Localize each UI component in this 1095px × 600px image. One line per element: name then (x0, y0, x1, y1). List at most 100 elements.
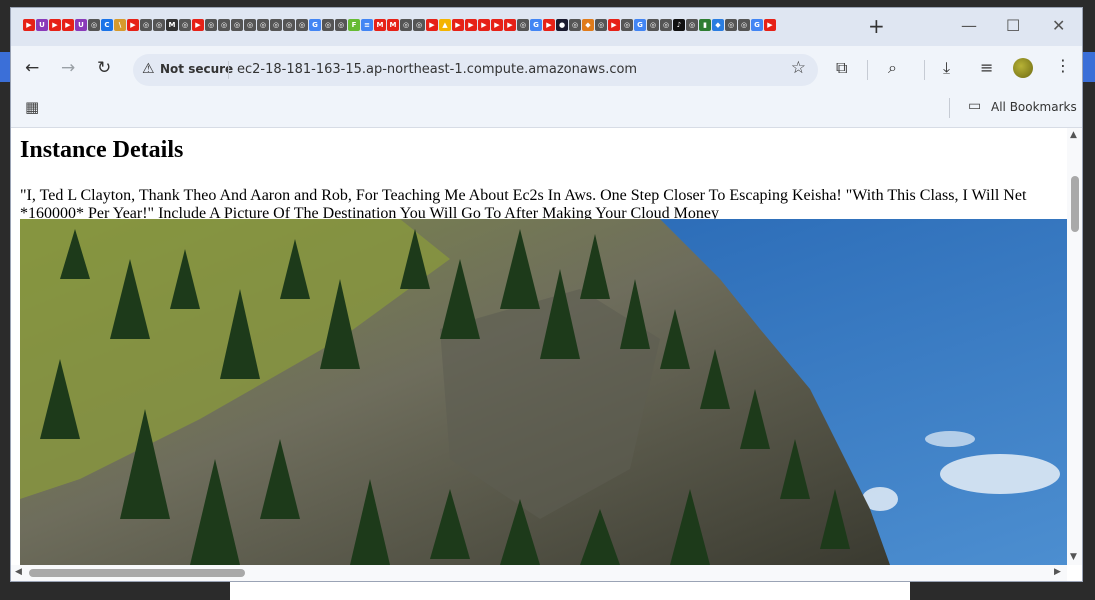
youtube-icon[interactable]: ▶ (192, 19, 204, 31)
browser-window: ▶ U ▶ ▶ U ◎ C \ ▶ ◎ ◎ M ◎ ▶ ◎ ◎ ◎ ◎ ◎ ◎ ◎ ◎ G ◎ ◎ F ≡ M M ◎ ◎ ▶ ▲ ▶ ▶ ▶ ▶ ▶ ◎ G… (11, 8, 1082, 581)
c-icon[interactable]: C (101, 19, 113, 31)
openai-icon[interactable]: ◎ (270, 19, 282, 31)
scroll-up-icon[interactable]: ▲ (1070, 131, 1077, 140)
openai-icon[interactable]: ◎ (205, 19, 217, 31)
tab-favicons: ▶ U ▶ ▶ U ◎ C \ ▶ ◎ ◎ M ◎ ▶ ◎ ◎ ◎ ◎ ◎ ◎ ◎ ◎ G ◎ ◎ F ≡ M M ◎ ◎ ▶ ▲ ▶ ▶ ▶ ▶ ▶ ◎ G… (23, 19, 777, 31)
reload-button[interactable]: ↻ (97, 60, 111, 77)
openai-icon[interactable]: ◎ (140, 19, 152, 31)
openai-icon[interactable]: ◎ (296, 19, 308, 31)
security-status[interactable]: Not secure (160, 62, 233, 76)
bookmarks-divider (949, 98, 950, 118)
tab-search-icon[interactable]: ⌕ (888, 60, 897, 76)
apps-grid-icon[interactable]: ▦ (25, 100, 39, 115)
scroll-down-icon[interactable]: ▼ (1070, 553, 1077, 562)
destination-photo (20, 219, 1067, 565)
youtube-icon[interactable]: ▶ (608, 19, 620, 31)
bookmarks-bar: ▦ ▭ All Bookmarks (11, 92, 1082, 128)
diamond-icon[interactable]: ◆ (712, 19, 724, 31)
scroll-left-icon[interactable]: ◀ (15, 568, 22, 577)
youtube-icon[interactable]: ▶ (127, 19, 139, 31)
openai-icon[interactable]: ◎ (153, 19, 165, 31)
browser-menu-icon[interactable]: ⋮ (1055, 58, 1071, 74)
youtube-icon[interactable]: ▶ (49, 19, 61, 31)
download-icon[interactable]: ⤓ (943, 60, 950, 76)
horizontal-scroll-thumb[interactable] (29, 569, 245, 577)
warning-icon[interactable]: ⚠ (142, 62, 155, 76)
background-strip (1083, 52, 1095, 82)
browser-toolbar: ← → ↻ ⚠ Not secure ec2-18-181-163-15.ap-… (11, 46, 1082, 92)
m-icon[interactable]: M (166, 19, 178, 31)
youtube-icon[interactable]: ▶ (491, 19, 503, 31)
openai-icon[interactable]: ◎ (179, 19, 191, 31)
vertical-scrollbar[interactable]: ▲ ▼ (1067, 128, 1082, 565)
vertical-scroll-thumb[interactable] (1071, 176, 1079, 232)
uscis-icon[interactable]: U (75, 19, 87, 31)
openai-icon[interactable]: ◎ (647, 19, 659, 31)
all-bookmarks-button[interactable]: All Bookmarks (991, 100, 1077, 114)
folder-icon[interactable]: ▭ (968, 99, 981, 113)
address-bar[interactable]: ⚠ Not secure ec2-18-181-163-15.ap-northe… (133, 54, 818, 86)
openai-icon[interactable]: ◎ (569, 19, 581, 31)
dark-circle-icon[interactable]: ● (556, 19, 568, 31)
extensions-icon[interactable]: ⧉ (836, 60, 847, 76)
minimize-button[interactable]: — (961, 18, 977, 34)
openai-icon[interactable]: ◎ (738, 19, 750, 31)
openai-icon[interactable]: ◎ (517, 19, 529, 31)
media-control-icon[interactable]: ≡ (980, 60, 993, 76)
youtube-icon[interactable]: ▶ (23, 19, 35, 31)
youtube-icon[interactable]: ▶ (478, 19, 490, 31)
openai-icon[interactable]: ◎ (218, 19, 230, 31)
drive-icon[interactable]: ▲ (439, 19, 451, 31)
openai-icon[interactable]: ◎ (335, 19, 347, 31)
google-icon[interactable]: G (634, 19, 646, 31)
youtube-icon[interactable]: ▶ (426, 19, 438, 31)
google-icon[interactable]: G (751, 19, 763, 31)
openai-icon[interactable]: ◎ (621, 19, 633, 31)
bookmark-green-icon[interactable]: ▮ (699, 19, 711, 31)
youtube-icon[interactable]: ▶ (452, 19, 464, 31)
page-paragraph: "I, Ted L Clayton, Thank Theo And Aaron … (20, 187, 1027, 222)
openai-icon[interactable]: ◎ (660, 19, 672, 31)
close-window-button[interactable]: ✕ (1052, 18, 1065, 34)
omnibox-divider (228, 61, 229, 79)
url-text[interactable]: ec2-18-181-163-15.ap-northeast-1.compute… (237, 62, 637, 77)
openai-icon[interactable]: ◎ (322, 19, 334, 31)
stripe-icon[interactable]: \ (114, 19, 126, 31)
google-icon[interactable]: G (530, 19, 542, 31)
background-strip (0, 52, 10, 82)
openai-icon[interactable]: ◎ (244, 19, 256, 31)
openai-icon[interactable]: ◎ (686, 19, 698, 31)
new-tab-button[interactable]: + (868, 16, 885, 36)
maximize-button[interactable]: ☐ (1006, 18, 1020, 34)
openai-icon[interactable]: ◎ (231, 19, 243, 31)
openai-icon[interactable]: ◎ (257, 19, 269, 31)
shield-icon[interactable]: ◆ (582, 19, 594, 31)
bookmark-star-icon[interactable]: ☆ (791, 60, 806, 77)
openai-icon[interactable]: ◎ (400, 19, 412, 31)
youtube-icon[interactable]: ▶ (764, 19, 776, 31)
forms-icon[interactable]: ≡ (361, 19, 373, 31)
google-icon[interactable]: G (309, 19, 321, 31)
openai-icon[interactable]: ◎ (283, 19, 295, 31)
f-icon[interactable]: F (348, 19, 360, 31)
tiktok-icon[interactable]: ♪ (673, 19, 685, 31)
openai-icon[interactable]: ◎ (88, 19, 100, 31)
forward-button[interactable]: → (61, 60, 75, 77)
gmail-icon[interactable]: M (387, 19, 399, 31)
openai-icon[interactable]: ◎ (413, 19, 425, 31)
openai-icon[interactable]: ◎ (595, 19, 607, 31)
openai-icon[interactable]: ◎ (725, 19, 737, 31)
youtube-icon[interactable]: ▶ (62, 19, 74, 31)
youtube-icon[interactable]: ▶ (543, 19, 555, 31)
back-button[interactable]: ← (25, 60, 39, 77)
uscis-icon[interactable]: U (36, 19, 48, 31)
scroll-right-icon[interactable]: ▶ (1054, 568, 1061, 577)
page-viewport: Instance Details "I, Ted L Clayton, Than… (11, 128, 1082, 581)
profile-avatar[interactable] (1013, 58, 1033, 78)
youtube-icon[interactable]: ▶ (504, 19, 516, 31)
toolbar-divider (924, 60, 925, 80)
toolbar-divider (867, 60, 868, 80)
horizontal-scrollbar[interactable]: ◀ ▶ (11, 565, 1067, 581)
gmail-icon[interactable]: M (374, 19, 386, 31)
youtube-icon[interactable]: ▶ (465, 19, 477, 31)
